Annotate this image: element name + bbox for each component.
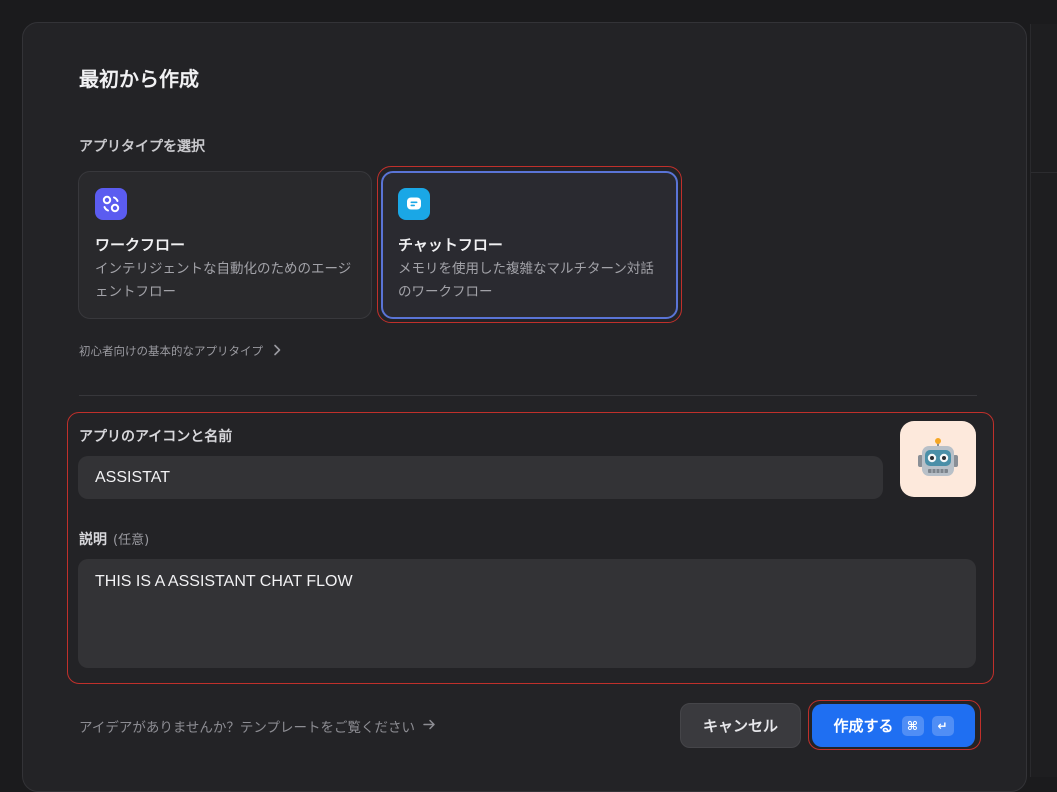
description-label: 説明 — [79, 532, 107, 548]
description-optional: (任意) — [113, 533, 150, 548]
panel-divider — [1031, 172, 1057, 173]
create-app-dialog: 最初から作成 アプリタイプを選択 ワークフロー インテリジェントな自動化のための… — [22, 22, 1027, 792]
background-panel — [1030, 24, 1057, 777]
beginner-link-label: 初心者向けの基本的なアプリタイプ — [79, 344, 263, 358]
create-button[interactable]: 作成する ⌘ ↵ — [812, 704, 975, 747]
arrow-right-icon — [423, 718, 436, 734]
app-type-card-chatflow[interactable]: チャットフロー メモリを使用した複雑なマルチターン対話のワークフロー — [381, 171, 678, 319]
create-button-label: 作成する — [833, 717, 894, 735]
card-desc-workflow: インテリジェントな自動化のためのエージェントフロー — [95, 261, 352, 300]
app-name-input[interactable] — [78, 456, 883, 499]
description-label-row: 説明 (任意) — [79, 529, 149, 549]
section-divider — [79, 395, 977, 396]
card-desc-chatflow: メモリを使用した複雑なマルチターン対話のワークフロー — [398, 261, 654, 300]
app-type-label: アプリタイプを選択 — [79, 139, 205, 155]
app-icon-picker[interactable] — [900, 421, 976, 497]
workflow-icon — [95, 188, 127, 220]
card-title-workflow: ワークフロー — [95, 236, 186, 254]
enter-key-icon: ↵ — [931, 715, 954, 736]
template-link[interactable]: アイデアがありませんか？テンプレートをご覧ください — [79, 716, 436, 736]
robot-icon — [918, 438, 958, 476]
chevron-right-icon — [273, 344, 281, 359]
name-label: アプリのアイコンと名前 — [79, 429, 233, 445]
command-key-icon: ⌘ — [901, 715, 924, 736]
description-textarea[interactable]: THIS IS A ASSISTANT CHAT FLOW — [78, 559, 976, 668]
beginner-app-types-link[interactable]: 初心者向けの基本的なアプリタイプ — [79, 343, 281, 359]
chat-icon — [398, 188, 430, 220]
dialog-title: 最初から作成 — [79, 67, 199, 91]
cancel-button[interactable]: キャンセル — [680, 703, 801, 748]
card-title-chatflow: チャットフロー — [398, 236, 503, 254]
app-type-card-workflow[interactable]: ワークフロー インテリジェントな自動化のためのエージェントフロー — [78, 171, 372, 319]
template-link-label: アイデアがありませんか？テンプレートをご覧ください — [79, 720, 416, 736]
